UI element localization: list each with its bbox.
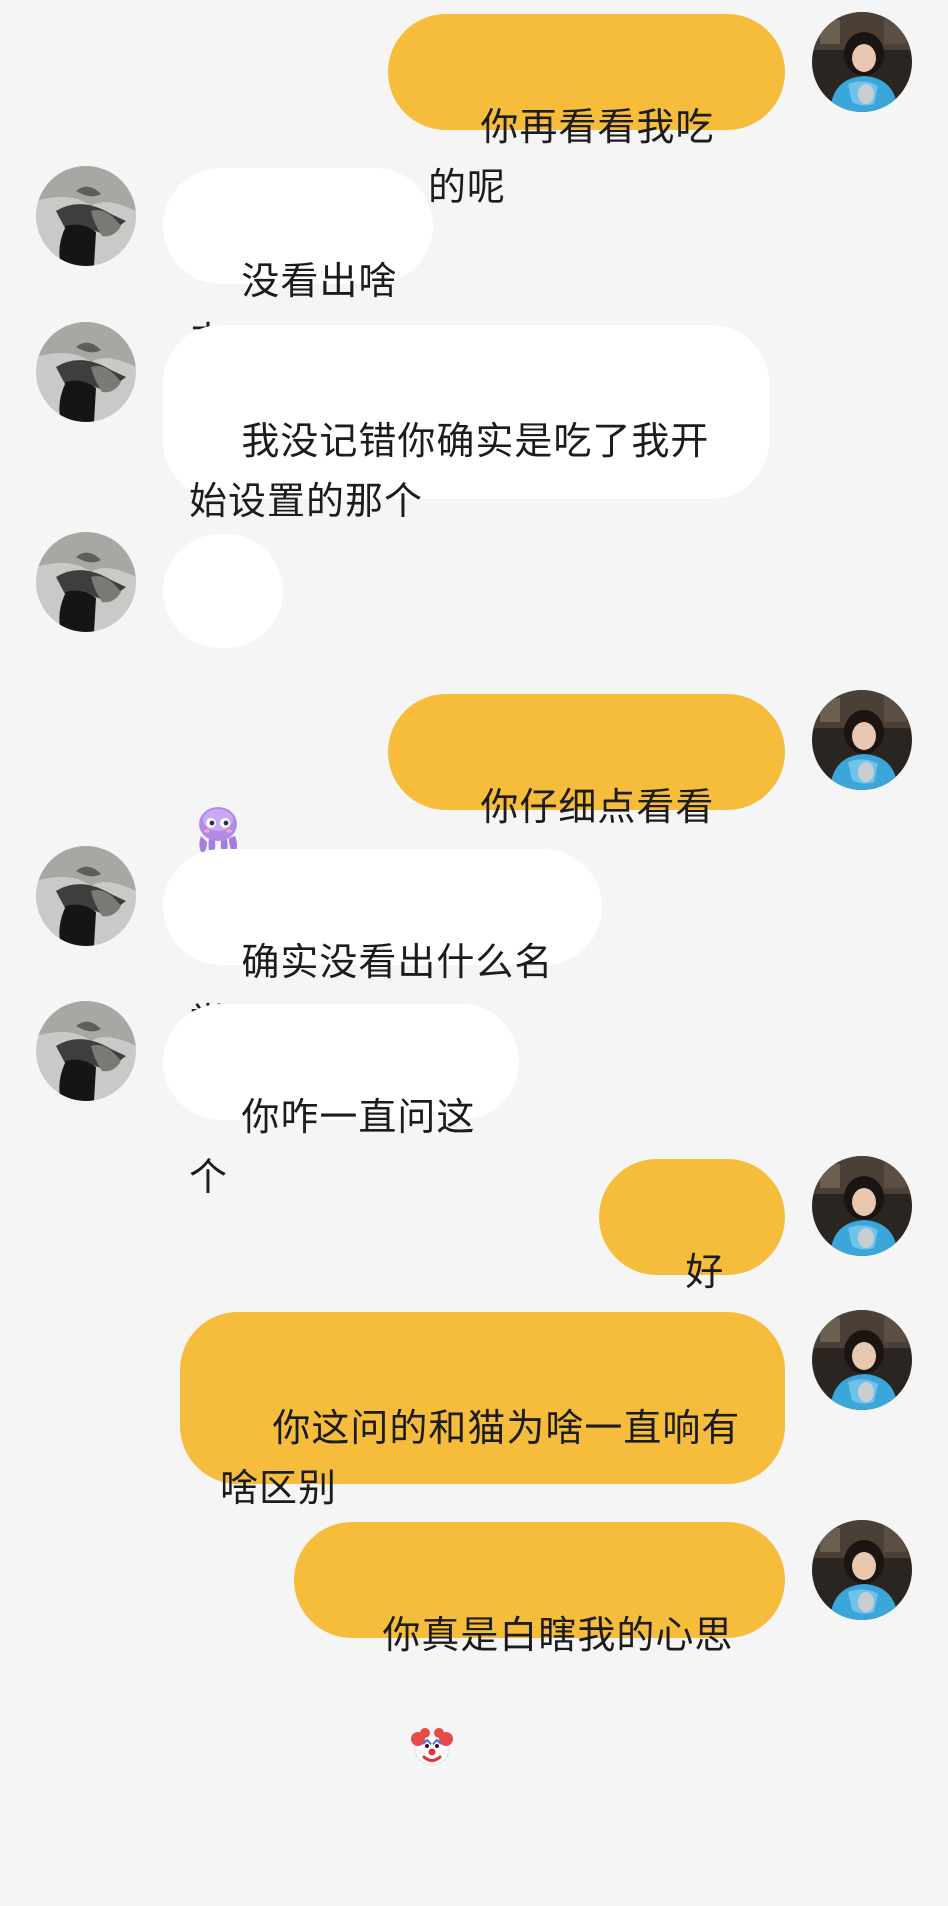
my-message-bubble[interactable]: 你仔细点看看呢？ (388, 694, 785, 889)
their-avatar-image (36, 322, 136, 422)
my-message-bubble[interactable]: 你这问的和猫为啥一直响有啥区别 (180, 1312, 785, 1510)
my-avatar[interactable] (812, 12, 912, 112)
my-avatar[interactable] (812, 1310, 912, 1410)
chat-thread: 你再看看我吃的呢 没看出啥来 我没记错你确实是吃了我开始设置的那个 (0, 0, 948, 1766)
their-avatar[interactable] (36, 532, 136, 632)
my-avatar[interactable] (812, 1520, 912, 1620)
message-text: 你这问的和猫为啥一直响有啥区别 (220, 1406, 741, 1510)
their-avatar[interactable] (36, 322, 136, 422)
their-message-bubble[interactable]: 你咋一直问这个 (163, 1004, 519, 1199)
my-avatar-image (812, 690, 912, 790)
my-message-bubble[interactable]: 你真是白瞎我的心思 (294, 1522, 785, 1766)
my-avatar[interactable] (812, 1156, 912, 1256)
message-text: 你咋一直问这个 (189, 1095, 476, 1199)
message-text: 你真是白瞎我的心思 (382, 1613, 734, 1657)
their-avatar[interactable] (36, 846, 136, 946)
my-avatar-image (812, 1310, 912, 1410)
my-avatar-image (812, 12, 912, 112)
message-text: 我没记错你确实是吃了我开始设置的那个 (189, 419, 710, 523)
their-avatar[interactable] (36, 1001, 136, 1101)
their-message-bubble[interactable]: 我没记错你确实是吃了我开始设置的那个 (163, 325, 769, 523)
their-avatar-image (36, 1001, 136, 1101)
message-text: 你再看看我吃的呢 (428, 105, 715, 209)
their-avatar-image (36, 846, 136, 946)
my-message-bubble[interactable]: 你再看看我吃的呢 (388, 14, 785, 209)
their-sticker-bubble[interactable] (163, 534, 283, 856)
my-message-bubble[interactable]: 好好好 (599, 1159, 785, 1354)
my-avatar[interactable] (812, 690, 912, 790)
their-message-bubble[interactable]: 确实没看出什么名堂 (163, 849, 602, 1044)
their-message-bubble[interactable]: 没看出啥来 (163, 168, 433, 363)
clown-face-icon (332, 1665, 454, 1846)
my-avatar-image (812, 1156, 912, 1256)
their-avatar-image (36, 166, 136, 266)
their-avatar-image (36, 532, 136, 632)
their-avatar[interactable] (36, 166, 136, 266)
my-avatar-image (812, 1520, 912, 1620)
